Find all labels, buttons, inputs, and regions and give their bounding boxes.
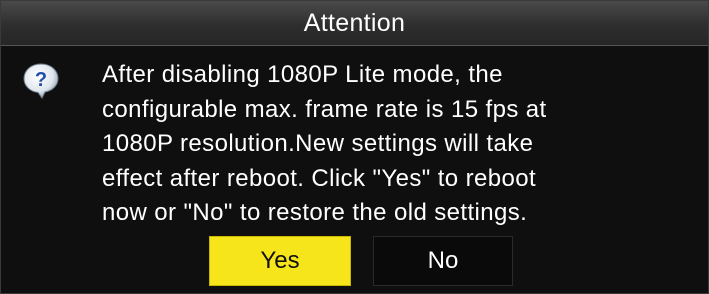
no-button[interactable]: No: [373, 236, 513, 286]
message-line: After disabling 1080P Lite mode, the: [102, 61, 503, 88]
question-icon: ?: [23, 63, 59, 99]
message-line: configurable max. frame rate is 15 fps a…: [102, 95, 547, 123]
message-line: now or "No" to restore the old settings.: [102, 199, 528, 226]
message-line: effect after reboot. Click "Yes" to rebo…: [102, 164, 537, 192]
svg-text:?: ?: [35, 69, 47, 91]
dialog-message: After disabling 1080P Lite mode, the con…: [102, 58, 692, 231]
dialog-title: Attention: [303, 8, 406, 37]
yes-button[interactable]: Yes: [209, 236, 351, 286]
attention-dialog: Attention ? After disabling 1080P Lite m…: [0, 0, 709, 294]
dialog-title-bar: Attention: [1, 1, 708, 46]
message-line: 1080P resolution.New settings will take: [102, 130, 534, 157]
